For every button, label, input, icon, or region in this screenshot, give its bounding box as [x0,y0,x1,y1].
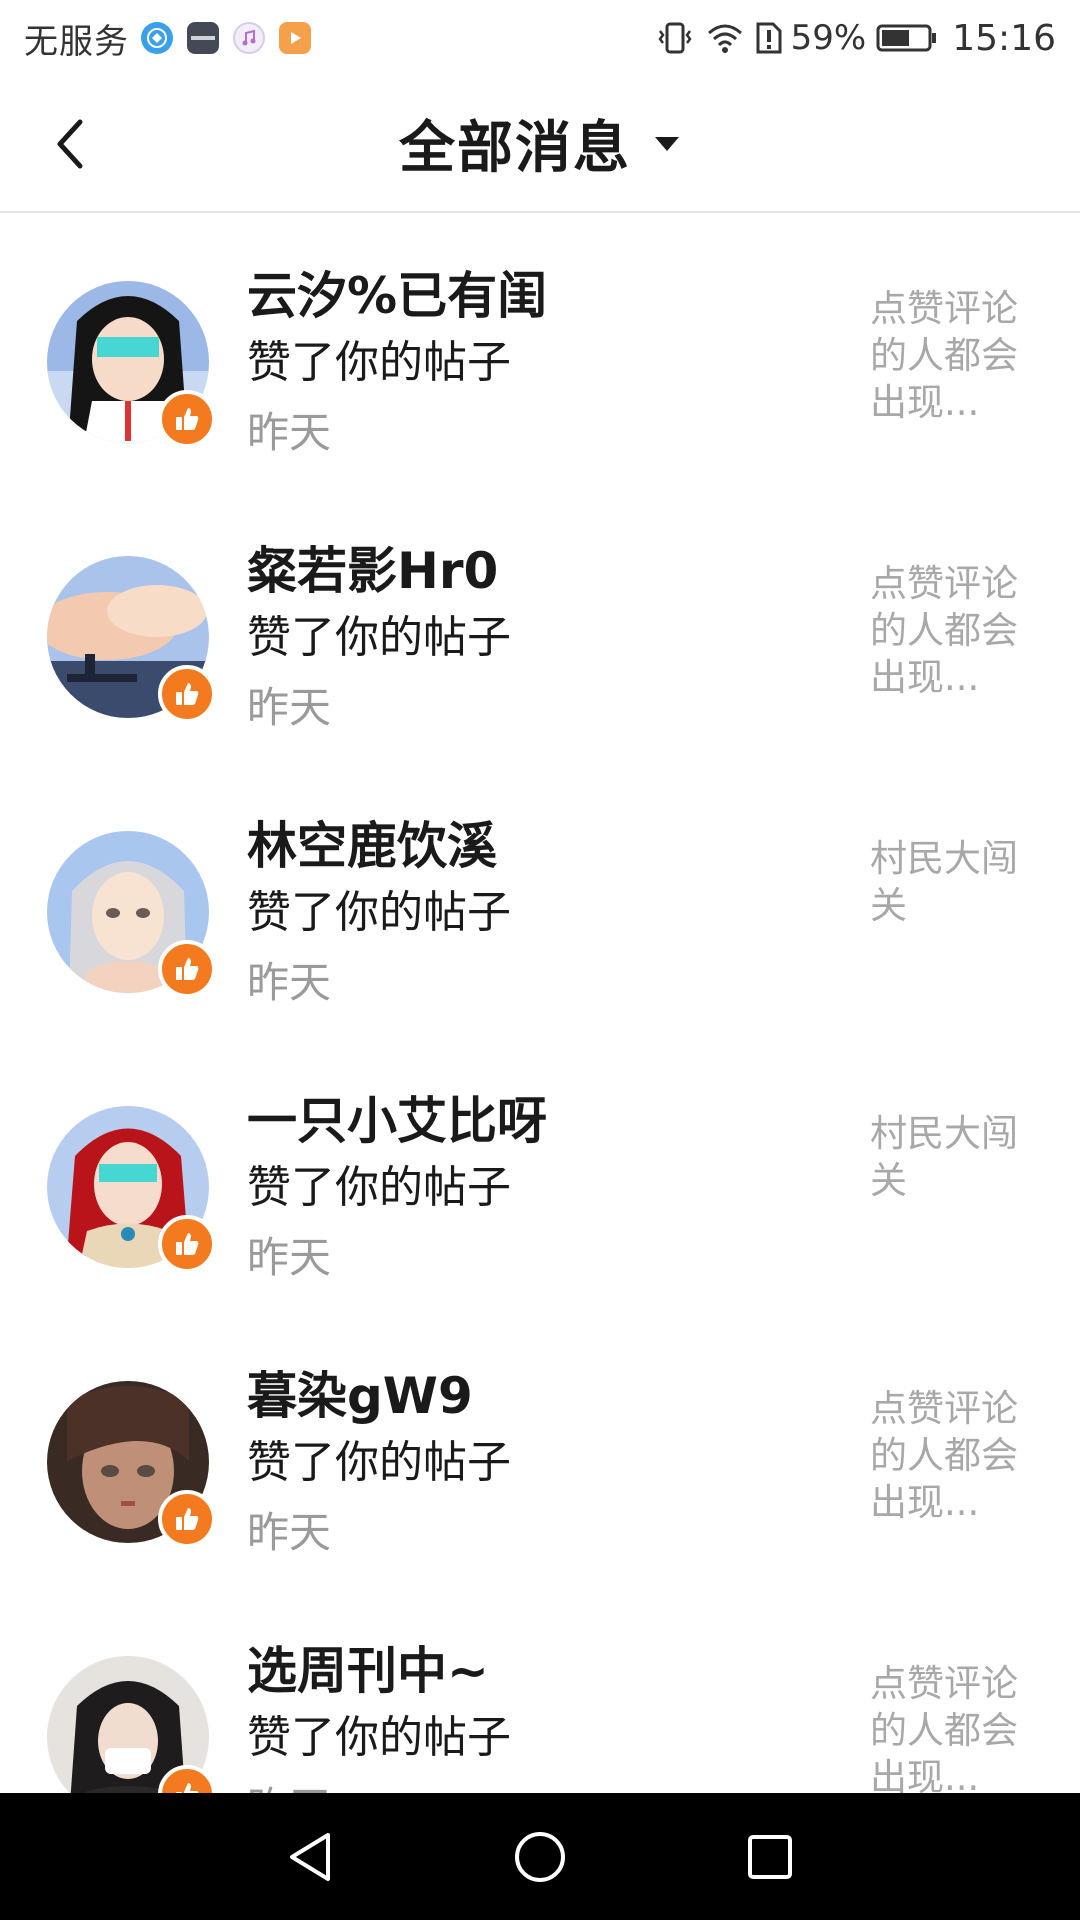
thumbs-up-icon [176,683,199,705]
message-time: 昨天 [247,683,332,732]
post-preview[interactable]: 点赞评论的人都会出现... [870,1660,1030,1793]
sim-alert-icon [756,22,782,54]
message-username[interactable]: 粲若影Hr0 [247,536,847,606]
page-title: 全部消息 [399,116,631,181]
status-left: 无服务 [0,14,325,63]
message-action: 赞了你的帖子 [247,1162,511,1213]
home-circle-icon [515,1831,565,1882]
message-item[interactable]: 粲若影Hr0 赞了你的帖子 昨天 点赞评论的人都会出现... [0,488,1080,763]
back-triangle-icon [290,1832,330,1881]
message-item[interactable]: 暮染gW9 赞了你的帖子 昨天 点赞评论的人都会出现... [0,1313,1080,1588]
status-right: 59% 15:16 [645,18,1080,59]
message-item[interactable]: 选周刊中~ 赞了你的帖子 昨天 点赞评论的人都会出现... [0,1588,1080,1793]
message-time: 昨天 [247,958,332,1007]
video-icon [279,22,311,54]
like-badge [158,1490,216,1548]
message-username[interactable]: 一只小艾比呀 [247,1086,847,1156]
nav-home-button[interactable] [485,1802,595,1912]
post-preview[interactable]: 点赞评论的人都会出现... [870,285,1030,426]
thumbs-up-icon [176,1508,199,1530]
thumbs-up-icon [176,408,199,430]
message-action: 赞了你的帖子 [247,612,511,663]
vibrate-icon [658,22,692,54]
message-item[interactable]: 一只小艾比呀 赞了你的帖子 昨天 村民大闯关 [0,1038,1080,1313]
like-badge [158,1215,216,1273]
battery-percent: 59% [790,18,867,58]
message-time: 昨天 [247,1770,847,1793]
recents-square-icon [748,1834,792,1879]
post-preview[interactable]: 村民大闯关 [870,1110,1030,1204]
caret-down-icon [655,136,679,151]
message-item[interactable]: 林空鹿饮溪 赞了你的帖子 昨天 村民大闯关 [0,763,1080,1038]
title-dropdown[interactable]: 全部消息 [0,76,1080,211]
message-username[interactable]: 选周刊中~ [247,1636,847,1706]
message-text: 一只小艾比呀 赞了你的帖子 昨天 [247,1086,847,1296]
music-icon [233,22,265,54]
status-bar: 无服务 59% 15:16 [0,0,1080,76]
clock: 15:16 [952,17,1056,59]
message-action: 赞了你的帖子 [247,1437,511,1488]
message-time: 昨天 [247,1233,332,1282]
post-preview[interactable]: 点赞评论的人都会出现... [870,1385,1030,1526]
post-preview[interactable]: 村民大闯关 [870,835,1030,929]
message-action: 赞了你的帖子 [247,1712,511,1763]
like-badge [158,390,216,448]
message-text: 选周刊中~ 赞了你的帖子 昨天 [247,1636,847,1793]
message-text: 粲若影Hr0 赞了你的帖子 昨天 [247,536,847,746]
message-text: 林空鹿饮溪 赞了你的帖子 昨天 [247,811,847,1021]
message-username[interactable]: 林空鹿饮溪 [247,811,847,881]
battery-icon [876,24,937,52]
thumbs-up-icon [176,1783,199,1793]
message-time: 昨天 [247,1508,332,1557]
message-text: 暮染gW9 赞了你的帖子 昨天 [247,1361,847,1571]
nav-back-button[interactable] [255,1802,365,1912]
header: 全部消息 [0,76,1080,213]
carrier-label: 无服务 [24,21,129,62]
browser-icon [141,22,173,54]
like-badge [158,940,216,998]
thumbs-up-icon [176,1233,199,1255]
message-action: 赞了你的帖子 [247,887,511,938]
thumbs-up-icon [176,958,199,980]
huawei-icon [187,22,219,54]
message-text: 云汐%已有闺 赞了你的帖子 昨天 [247,261,847,471]
message-action: 赞了你的帖子 [247,337,511,388]
message-username[interactable]: 云汐%已有闺 [247,261,847,331]
message-time: 昨天 [247,408,332,457]
like-badge [158,665,216,723]
message-item[interactable]: 云汐%已有闺 赞了你的帖子 昨天 点赞评论的人都会出现... [0,213,1080,488]
screen: 无服务 59% 15:16 全部消息 云汐%已有闺 赞了你的帖子 昨天 点赞评论… [0,0,1080,1920]
post-preview[interactable]: 点赞评论的人都会出现... [870,560,1030,701]
message-username[interactable]: 暮染gW9 [247,1361,847,1431]
system-nav-bar [0,1793,1080,1920]
nav-recents-button[interactable] [715,1802,825,1912]
message-list[interactable]: 云汐%已有闺 赞了你的帖子 昨天 点赞评论的人都会出现... 粲若影Hr0 赞了… [0,213,1080,1793]
wifi-icon [707,24,742,53]
